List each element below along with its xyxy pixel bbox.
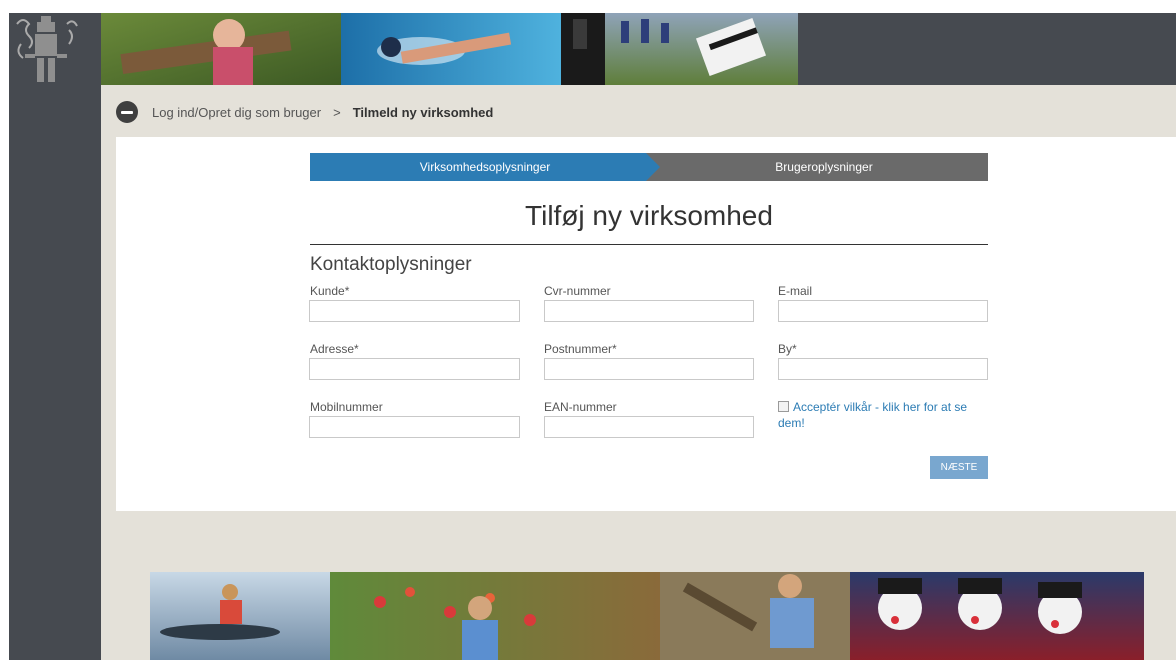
terms-link[interactable]: Acceptér vilkår - klik her for at se dem… xyxy=(778,400,967,430)
footer-banner-image xyxy=(150,572,1144,660)
cvr-label: Cvr-nummer xyxy=(544,284,611,298)
kunde-input[interactable] xyxy=(309,300,520,322)
adresse-label: Adresse* xyxy=(310,342,359,356)
postnummer-label: Postnummer* xyxy=(544,342,617,356)
header-banner-image xyxy=(101,13,798,85)
title-divider xyxy=(310,244,988,245)
breadcrumb-current: Tilmeld ny virksomhed xyxy=(352,104,494,120)
postnummer-input[interactable] xyxy=(544,358,754,380)
kunde-label: Kunde* xyxy=(310,284,350,298)
email-input[interactable] xyxy=(778,300,988,322)
breadcrumb-separator: > xyxy=(333,104,341,120)
ean-input[interactable] xyxy=(544,416,754,438)
breadcrumb: Log ind/Opret dig som bruger > Tilmeld n… xyxy=(116,101,493,123)
mobil-input[interactable] xyxy=(309,416,520,438)
header-dark-area xyxy=(798,13,1176,85)
left-margin xyxy=(0,0,9,660)
municipality-crest-icon[interactable] xyxy=(11,14,81,86)
adresse-input[interactable] xyxy=(309,358,520,380)
progress-steps: Brugeroplysninger Virksomhedsoplysninger xyxy=(310,153,988,181)
email-label: E-mail xyxy=(778,284,813,298)
back-arrow-icon[interactable] xyxy=(116,101,138,123)
cvr-input[interactable] xyxy=(544,300,754,322)
terms-agreement: Acceptér vilkår - klik her for at se dem… xyxy=(778,399,988,431)
form-card xyxy=(116,137,1176,511)
top-margin xyxy=(0,0,1176,13)
mobil-label: Mobilnummer xyxy=(310,400,383,414)
section-title: Kontaktoplysninger xyxy=(310,254,472,275)
step-label: Brugeroplysninger xyxy=(775,160,873,174)
ean-label: EAN-nummer xyxy=(544,400,617,414)
by-label: By* xyxy=(778,342,797,356)
step-label: Virksomhedsoplysninger xyxy=(419,160,551,174)
page-title: Tilføj ny virksomhed xyxy=(525,200,773,231)
by-input[interactable] xyxy=(778,358,988,380)
left-rail xyxy=(9,13,101,660)
terms-checkbox[interactable] xyxy=(778,401,789,412)
breadcrumb-login-link[interactable]: Log ind/Opret dig som bruger xyxy=(152,105,321,120)
step-virksomhedsoplysninger: Virksomhedsoplysninger xyxy=(310,153,660,181)
next-button[interactable]: NÆSTE xyxy=(930,456,988,479)
